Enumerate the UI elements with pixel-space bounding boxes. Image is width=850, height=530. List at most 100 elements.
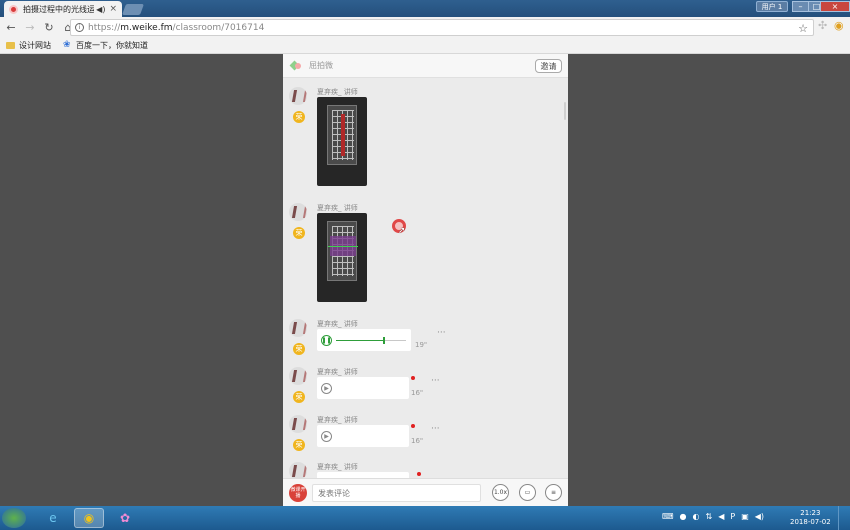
tray-app-icon[interactable]: ◐: [693, 512, 700, 521]
browser-tab[interactable]: 拍摄过程中的光线运用 ◀) ×: [4, 1, 122, 17]
message-item: 荣 夏弃疾_ 讲师 ❚❚ 19" ···: [289, 319, 559, 359]
reload-icon[interactable]: ↻: [41, 21, 57, 34]
extension-icon[interactable]: ◉: [834, 19, 844, 32]
new-tab-button[interactable]: [121, 4, 145, 15]
message-item: 荣 夏弃疾_ 讲师: [289, 203, 559, 307]
mouse-cursor-icon: ➚: [398, 226, 406, 236]
voice-duration: 16": [411, 437, 424, 445]
comment-input[interactable]: 发表评论: [312, 484, 481, 502]
avatar[interactable]: [289, 203, 307, 221]
minimize-button[interactable]: –: [792, 1, 809, 12]
folder-icon: [6, 42, 15, 49]
tray-app-icon[interactable]: ●: [680, 512, 687, 521]
avatar[interactable]: [289, 87, 307, 105]
menu-icon[interactable]: ≡: [545, 484, 562, 501]
avatar[interactable]: [289, 415, 307, 433]
voice-progress-knob[interactable]: [382, 337, 385, 344]
scrollbar[interactable]: [564, 102, 566, 120]
address-bar[interactable]: i https:// m.weike.fm /classroom/7016714…: [70, 19, 814, 36]
page-background: 屈拍微 邀请 荣 夏弃疾_ 讲师 荣 夏弃疾_ 讲师 荣 夏弃疾_ 讲师 ❚❚ …: [0, 54, 850, 506]
image-message[interactable]: [317, 213, 367, 302]
unread-dot: [411, 424, 415, 428]
unread-dot: [417, 472, 421, 476]
sender-name: 夏弃疾_ 讲师: [317, 204, 358, 212]
clock[interactable]: 21:23 2018-07-02: [790, 509, 831, 527]
voice-duration: 19": [415, 341, 428, 349]
bookmark-star-icon[interactable]: ☆: [798, 22, 808, 35]
voice-message[interactable]: ❚❚: [317, 329, 411, 351]
tray-app-icon[interactable]: ◀: [718, 512, 724, 521]
bookmarks-bar: 设计网站 ❀ 百度一下，你就知道: [0, 38, 850, 54]
honor-badge-icon: 荣: [293, 111, 305, 123]
voice-message[interactable]: ▶: [317, 425, 409, 447]
back-arrow-icon[interactable]: ←: [3, 21, 19, 34]
bookmark-design-sites[interactable]: 设计网站: [6, 40, 51, 51]
tab-title: 拍摄过程中的光线运用: [23, 4, 95, 14]
bookmark-baidu[interactable]: ❀ 百度一下，你就知道: [63, 40, 148, 51]
play-icon[interactable]: ▶: [321, 430, 332, 442]
message-item: 荣 夏弃疾_ 讲师: [289, 87, 559, 191]
tab-close-icon[interactable]: ×: [109, 4, 117, 14]
avatar[interactable]: [289, 319, 307, 337]
danmaku-icon[interactable]: ▭: [519, 484, 536, 501]
clock-time: 21:23: [800, 509, 821, 517]
extension-icon[interactable]: ✣: [818, 19, 827, 32]
system-tray: ⌨ ● ◐ ⇅ ◀ P ▣ ◀): [662, 512, 764, 521]
voice-progress-fill: [336, 340, 384, 341]
window-title-bar: 拍摄过程中的光线运用 ◀) × 用户 1 – □ ×: [0, 0, 850, 17]
message-item: 荣 夏弃疾_ 讲师 ▶ 16" ···: [289, 415, 559, 455]
sender-name: 夏弃疾_ 讲师: [317, 368, 358, 376]
bookmark-label: 设计网站: [19, 41, 51, 50]
browser-toolbar: ← → ↻ ⌂ i https:// m.weike.fm /classroom…: [0, 17, 850, 38]
pause-icon[interactable]: ❚❚: [321, 334, 332, 346]
playback-speed-button[interactable]: 1.0x: [492, 484, 509, 501]
bookmark-label: 百度一下，你就知道: [76, 41, 148, 50]
voice-duration: 16": [411, 389, 424, 397]
baidu-paw-icon: ❀: [63, 40, 71, 50]
invite-button[interactable]: 邀请: [535, 59, 562, 73]
play-icon[interactable]: ▶: [321, 382, 332, 394]
url-scheme: https://: [88, 22, 121, 33]
comment-bar: 微课开播 发表评论 1.0x ▭ ≡: [283, 478, 568, 506]
classroom-header: 屈拍微 邀请: [283, 54, 568, 78]
honor-badge-icon: 荣: [293, 227, 305, 239]
close-window-button[interactable]: ×: [820, 1, 850, 12]
more-options-icon[interactable]: ···: [437, 328, 446, 338]
site-info-icon[interactable]: i: [75, 23, 84, 32]
sender-name: 夏弃疾_ 讲师: [317, 463, 358, 471]
sender-name: 夏弃疾_ 讲师: [317, 416, 358, 424]
ie-browser-icon[interactable]: e: [38, 508, 68, 528]
tray-app-icon[interactable]: P: [730, 512, 735, 521]
more-options-icon[interactable]: ···: [431, 376, 440, 386]
tray-app-icon[interactable]: ▣: [741, 512, 749, 521]
honor-badge-icon: 荣: [293, 391, 305, 403]
sender-name: 夏弃疾_ 讲师: [317, 88, 358, 96]
show-desktop-button[interactable]: [838, 506, 850, 530]
avatar[interactable]: [289, 462, 307, 478]
host-live-badge[interactable]: 微课开播: [289, 484, 307, 502]
clock-date: 2018-07-02: [790, 518, 831, 526]
logo-icon: [291, 61, 303, 71]
voice-progress-bar[interactable]: [336, 337, 406, 344]
start-button[interactable]: [2, 508, 26, 528]
message-item: 夏弃疾_ 讲师: [289, 462, 559, 478]
forward-arrow-icon[interactable]: →: [22, 21, 38, 34]
audio-playing-icon[interactable]: ◀): [96, 5, 105, 14]
unread-dot: [411, 376, 415, 380]
image-message[interactable]: [317, 97, 367, 186]
app-icon[interactable]: ✿: [110, 508, 140, 528]
network-icon[interactable]: ⇅: [706, 512, 713, 521]
message-item: 荣 夏弃疾_ 讲师 ▶ 16" ···: [289, 367, 559, 407]
keyboard-icon[interactable]: ⌨: [662, 512, 674, 521]
photo-thumbnail: [327, 105, 357, 165]
url-host: m.weike.fm: [120, 22, 173, 33]
site-favicon-icon: [9, 4, 18, 14]
voice-message[interactable]: ▶: [317, 377, 409, 399]
chrome-icon[interactable]: ◉: [74, 508, 104, 528]
more-options-icon[interactable]: ···: [431, 424, 440, 434]
profile-button[interactable]: 用户 1: [756, 1, 788, 12]
avatar[interactable]: [289, 367, 307, 385]
volume-icon[interactable]: ◀): [755, 512, 764, 521]
honor-badge-icon: 荣: [293, 439, 305, 451]
classroom-panel: 屈拍微 邀请 荣 夏弃疾_ 讲师 荣 夏弃疾_ 讲师 荣 夏弃疾_ 讲师 ❚❚ …: [283, 54, 568, 506]
